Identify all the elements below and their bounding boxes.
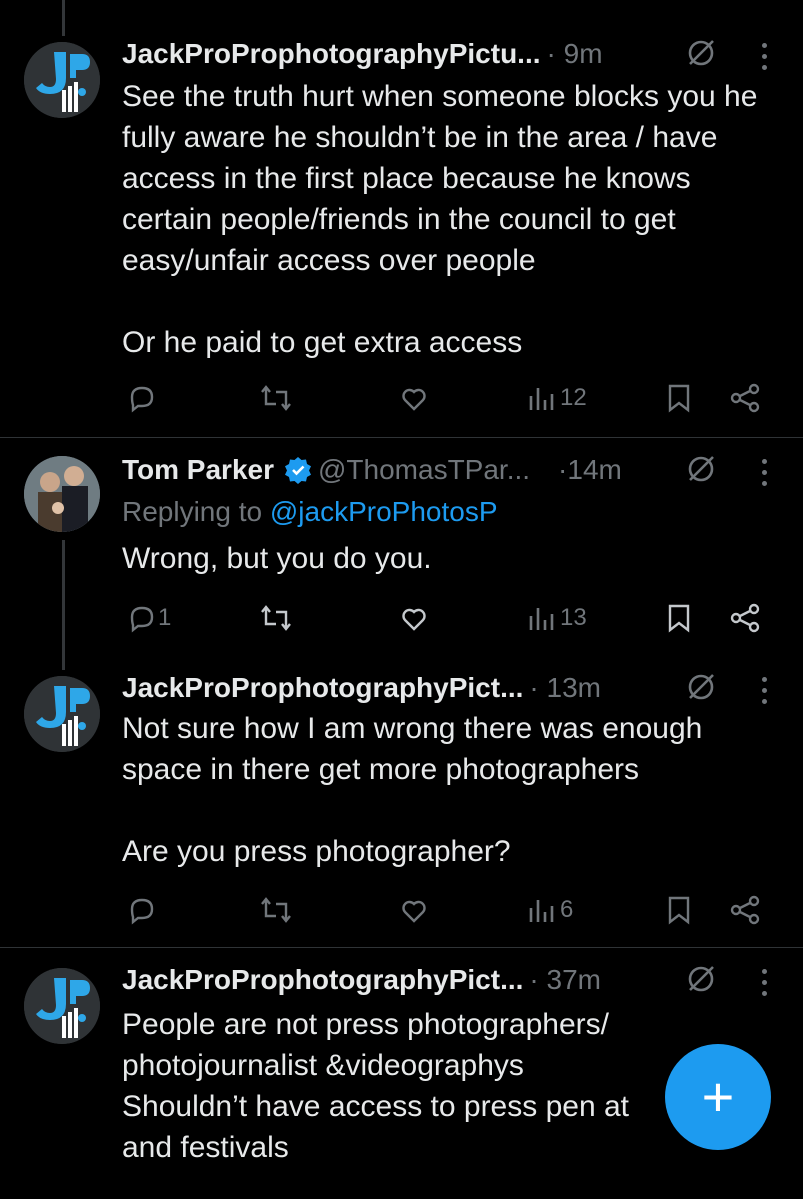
share-button[interactable]: [728, 598, 762, 638]
analytics-icon: [529, 900, 554, 922]
heart-icon: [402, 900, 426, 923]
share-icon: [730, 895, 760, 925]
reply-icon: [130, 386, 154, 413]
replying-to-label: Replying to: [122, 496, 270, 527]
replying-to: Replying to @jackProPhotosP: [122, 496, 498, 528]
reply-icon: [130, 606, 154, 633]
avatar[interactable]: [24, 42, 100, 118]
grok-icon[interactable]: [686, 672, 716, 702]
tweet-text: Not sure how I am wrong there was enough…: [122, 712, 703, 868]
views-button[interactable]: 6: [526, 890, 573, 930]
reply-count: 1: [158, 604, 172, 631]
bookmark-icon: [668, 384, 690, 413]
profile-photo: [24, 456, 100, 532]
tweet-text: See the truth hurt when someone blocks y…: [122, 80, 758, 359]
timestamp[interactable]: · 13m: [529, 672, 601, 704]
heart-icon: [402, 388, 426, 411]
timestamp[interactable]: · 9m: [547, 38, 603, 70]
reply-button[interactable]: 1: [126, 598, 171, 638]
tweet[interactable]: Tom Parker @ThomasTPar... ·14m Replying …: [0, 438, 803, 656]
repost-icon: [261, 897, 291, 923]
verified-badge-icon: [285, 457, 311, 484]
views-button[interactable]: 12: [526, 378, 587, 418]
tweet-text: People are not press photographers/ phot…: [122, 1008, 629, 1164]
repost-button[interactable]: [258, 890, 294, 930]
reply-button[interactable]: [126, 890, 158, 930]
grok-icon[interactable]: [686, 454, 716, 484]
bookmark-icon: [668, 896, 690, 925]
grok-icon[interactable]: [686, 38, 716, 68]
more-options-icon[interactable]: [761, 43, 767, 71]
heart-icon: [402, 608, 426, 631]
tweet-actions: 12: [122, 378, 777, 418]
analytics-icon: [529, 608, 554, 630]
grok-icon[interactable]: [686, 964, 716, 994]
tweet[interactable]: JackProProphotographyPict... · 13m Not s…: [0, 656, 803, 948]
avatar[interactable]: [24, 456, 100, 532]
jackpro-logo-icon: [24, 42, 100, 118]
share-icon: [730, 383, 760, 413]
timestamp[interactable]: ·14m: [558, 454, 622, 486]
jackpro-logo-icon: [24, 676, 100, 752]
views-button[interactable]: 13: [526, 598, 587, 638]
bookmark-button[interactable]: [664, 890, 694, 930]
display-name[interactable]: JackProProphotographyPictu...: [122, 38, 541, 70]
view-count: 6: [560, 896, 574, 923]
like-button[interactable]: [398, 378, 430, 418]
repost-button[interactable]: [258, 378, 294, 418]
share-button[interactable]: [728, 890, 762, 930]
share-button[interactable]: [728, 378, 762, 418]
repost-button[interactable]: [258, 598, 294, 638]
avatar[interactable]: [24, 676, 100, 752]
like-button[interactable]: [398, 890, 430, 930]
tweet[interactable]: JackProProphotographyPictu... · 9m See t…: [0, 0, 803, 438]
plus-icon: +: [701, 1065, 735, 1128]
replying-to-handle[interactable]: @jackProPhotosP: [270, 496, 498, 527]
view-count: 13: [560, 604, 587, 631]
reply-button[interactable]: [126, 378, 158, 418]
tweet-actions: 6: [122, 890, 777, 930]
timestamp[interactable]: · 37m: [529, 964, 601, 996]
view-count: 12: [560, 384, 587, 411]
display-name[interactable]: JackProProphotographyPict...: [122, 964, 523, 996]
more-options-icon[interactable]: [761, 677, 767, 705]
handle[interactable]: @ThomasTPar...: [318, 454, 530, 486]
jackpro-logo-icon: [24, 968, 100, 1044]
tweet-text: Wrong, but you do you.: [122, 542, 432, 575]
display-name[interactable]: Tom Parker: [122, 454, 274, 486]
like-button[interactable]: [398, 598, 430, 638]
bookmark-button[interactable]: [664, 378, 694, 418]
repost-icon: [261, 605, 291, 631]
avatar[interactable]: [24, 968, 100, 1044]
tweet-actions: 1 13: [122, 598, 777, 638]
bookmark-button[interactable]: [664, 598, 694, 638]
more-options-icon[interactable]: [761, 459, 767, 487]
analytics-icon: [529, 388, 554, 410]
compose-button[interactable]: +: [665, 1044, 771, 1150]
reply-icon: [130, 898, 154, 925]
more-options-icon[interactable]: [761, 969, 767, 997]
display-name[interactable]: JackProProphotographyPict...: [122, 672, 523, 704]
repost-icon: [261, 385, 291, 411]
bookmark-icon: [668, 604, 690, 633]
share-icon: [730, 603, 760, 633]
